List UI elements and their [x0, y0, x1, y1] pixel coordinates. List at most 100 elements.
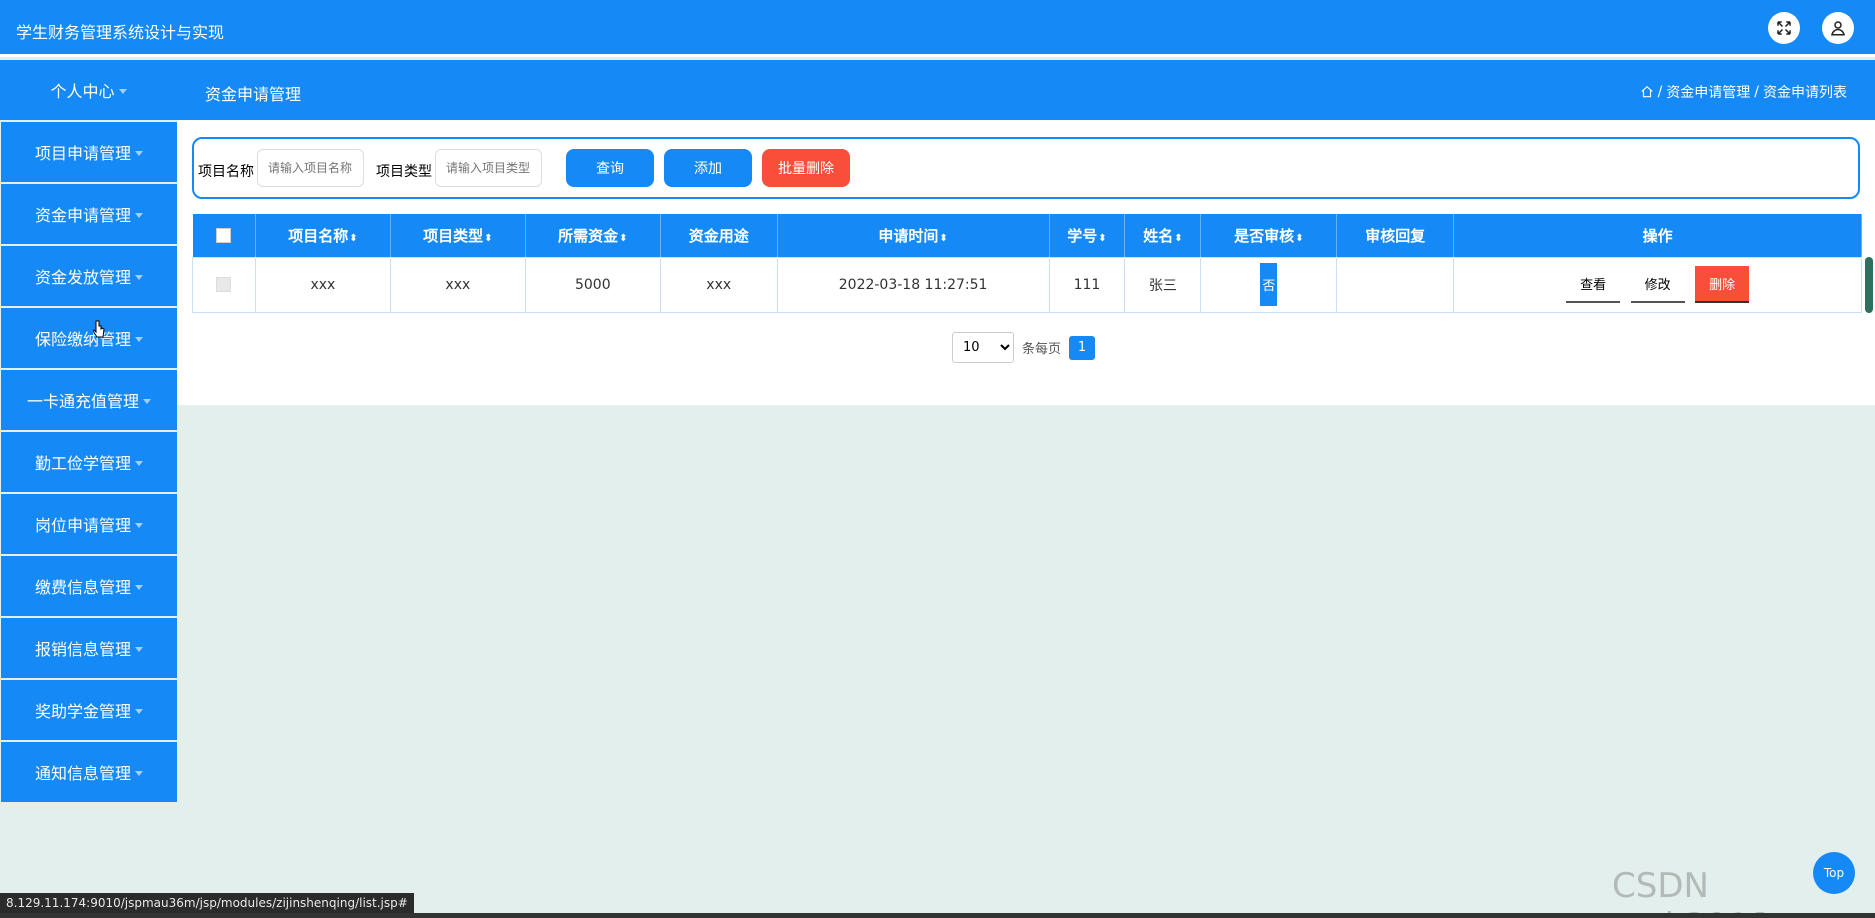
sidebar-item-insurance[interactable]: 保险缴纳管理	[1, 308, 177, 368]
sidebar-item-payment-info[interactable]: 缴费信息管理	[1, 556, 177, 616]
sort-icon: ⬍	[619, 232, 628, 244]
page-number-button[interactable]: 1	[1069, 335, 1096, 360]
sidebar-head-label: 个人中心	[50, 82, 115, 101]
column-header: 资金用途	[660, 214, 778, 257]
chevron-down-icon	[135, 336, 143, 342]
bottom-border	[0, 913, 1875, 918]
chevron-down-icon	[135, 522, 143, 528]
breadcrumb-separator: /	[1657, 84, 1663, 100]
breadcrumb-item: 资金申请列表	[1763, 85, 1847, 101]
sidebar-item-label: 通知信息管理	[34, 764, 131, 783]
column-header[interactable]: 所需资金⬍	[525, 214, 661, 257]
sidebar-item-label: 保险缴纳管理	[34, 330, 131, 349]
student-id-cell: 111	[1048, 256, 1126, 313]
sidebar-item-label: 资金申请管理	[34, 206, 131, 225]
project-type-label: 项目类型	[376, 164, 432, 180]
sidebar-item-job-apply[interactable]: 岗位申请管理	[1, 494, 177, 554]
view-button[interactable]: 查看	[1566, 266, 1621, 303]
sidebar: 个人中心 项目申请管理 资金申请管理 资金发放管理 保险缴纳管理 一卡通充值管理…	[0, 60, 177, 810]
sort-icon: ⬍	[1098, 232, 1107, 244]
edit-button[interactable]: 修改	[1630, 266, 1685, 303]
chevron-down-icon	[118, 88, 127, 94]
project-type-input[interactable]	[435, 149, 542, 187]
column-header: 操作	[1453, 214, 1862, 257]
chevron-down-icon	[135, 274, 143, 280]
column-header[interactable]: 项目类型⬍	[390, 214, 526, 257]
sort-icon: ⬍	[1295, 232, 1304, 244]
student-name-cell: 张三	[1124, 256, 1202, 313]
chevron-down-icon	[135, 150, 143, 156]
sidebar-item-label: 奖助学金管理	[34, 702, 131, 721]
sidebar-item-card-recharge[interactable]: 一卡通充值管理	[1, 370, 177, 430]
batch-delete-button[interactable]: 批量删除	[762, 149, 850, 187]
sidebar-item-scholarship[interactable]: 奖助学金管理	[1, 680, 177, 740]
sidebar-item-project-apply[interactable]: 项目申请管理	[1, 122, 177, 182]
column-header[interactable]: 姓名⬍	[1124, 214, 1202, 257]
sidebar-item-label: 缴费信息管理	[34, 578, 131, 597]
fund-apply-table: 项目名称⬍ 项目类型⬍ 所需资金⬍ 资金用途 申请时间⬍ 学号⬍ 姓名⬍ 是否审…	[192, 214, 1862, 313]
user-button[interactable]	[1822, 12, 1854, 44]
fullscreen-button[interactable]	[1768, 12, 1800, 44]
page-title: 资金申请管理	[205, 85, 302, 104]
chevron-down-icon	[143, 398, 151, 404]
app-title: 学生财务管理系统设计与实现	[16, 23, 225, 42]
status-badge: 否	[1260, 263, 1278, 306]
breadcrumb-item[interactable]: 资金申请管理	[1666, 82, 1750, 102]
column-header[interactable]: 项目名称⬍	[255, 214, 391, 257]
project-name-input[interactable]	[257, 149, 364, 187]
sidebar-item-fund-apply[interactable]: 资金申请管理	[1, 184, 177, 244]
usage-cell: xxx	[659, 256, 778, 313]
hand-cursor-icon	[93, 320, 105, 338]
review-reply-cell	[1336, 256, 1455, 313]
top-bar: 学生财务管理系统设计与实现	[0, 0, 1875, 57]
chevron-down-icon	[135, 212, 143, 218]
page-size-select[interactable]: 10	[952, 332, 1014, 363]
project-type-cell: xxx	[389, 256, 526, 313]
sort-icon: ⬍	[939, 232, 948, 244]
column-header[interactable]: 是否审核⬍	[1200, 214, 1338, 257]
query-button[interactable]: 查询	[566, 149, 654, 187]
user-icon	[1831, 21, 1845, 36]
delete-button[interactable]: 删除	[1695, 266, 1750, 303]
sidebar-item-label: 岗位申请管理	[34, 516, 131, 535]
sidebar-item-work-study[interactable]: 勤工俭学管理	[1, 432, 177, 492]
main-content: 项目名称 项目类型 查询 添加 批量删除 项目名称⬍ 项目类型⬍ 所需资金⬍ 资…	[177, 120, 1875, 405]
breadcrumb-separator: /	[1754, 84, 1759, 100]
chevron-down-icon	[135, 646, 143, 652]
column-header[interactable]: 申请时间⬍	[777, 214, 1050, 257]
home-icon[interactable]	[1640, 85, 1654, 99]
sort-icon: ⬍	[1174, 232, 1183, 244]
back-to-top-button[interactable]: Top	[1813, 852, 1855, 894]
sidebar-item-personal-center[interactable]: 个人中心	[0, 60, 177, 120]
row-checkbox[interactable]	[216, 277, 232, 292]
sidebar-item-label: 一卡通充值管理	[26, 392, 139, 411]
search-form: 项目名称 项目类型 查询 添加 批量删除	[192, 137, 1860, 199]
expand-icon	[1777, 21, 1791, 35]
table-header-row: 项目名称⬍ 项目类型⬍ 所需资金⬍ 资金用途 申请时间⬍ 学号⬍ 姓名⬍ 是否审…	[192, 214, 1862, 257]
review-status-cell: 否	[1200, 256, 1338, 313]
apply-time-cell: 2022-03-18 11:27:51	[776, 256, 1050, 313]
project-name-label: 项目名称	[198, 164, 254, 180]
column-header: 审核回复	[1336, 214, 1455, 257]
pagination: 10 条每页 1	[952, 332, 1096, 363]
sidebar-item-fund-disburse[interactable]: 资金发放管理	[1, 246, 177, 306]
sidebar-item-label: 勤工俭学管理	[34, 454, 131, 473]
project-name-cell: xxx	[254, 256, 391, 313]
chevron-down-icon	[135, 460, 143, 466]
sidebar-item-reimburse-info[interactable]: 报销信息管理	[1, 618, 177, 678]
sidebar-item-label: 项目申请管理	[34, 144, 131, 163]
breadcrumb-bar: 资金申请管理 / 资金申请管理 / 资金申请列表	[177, 60, 1875, 120]
status-bar-url: 8.129.11.174:9010/jspmau36m/jsp/modules/…	[0, 893, 414, 913]
sidebar-item-notice[interactable]: 通知信息管理	[1, 742, 177, 802]
chevron-down-icon	[135, 584, 143, 590]
amount-cell: 5000	[524, 256, 661, 313]
column-header[interactable]: 学号⬍	[1049, 214, 1126, 257]
row-select-cell	[192, 256, 256, 313]
select-all-header	[192, 214, 256, 257]
scrollbar-thumb[interactable]	[1865, 257, 1873, 313]
add-button[interactable]: 添加	[664, 149, 752, 187]
breadcrumb: / 资金申请管理 / 资金申请列表	[1640, 82, 1847, 102]
chevron-down-icon	[135, 770, 143, 776]
select-all-checkbox[interactable]	[216, 228, 232, 244]
table-row: xxx xxx 5000 xxx 2022-03-18 11:27:51 111…	[192, 256, 1862, 313]
